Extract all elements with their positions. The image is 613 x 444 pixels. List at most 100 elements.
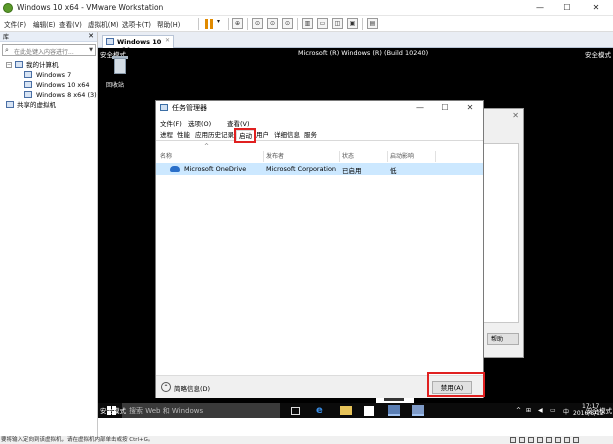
notifications-icon[interactable]: ▭ [550, 407, 556, 414]
tab-processes[interactable]: 进程 [158, 130, 175, 141]
menu-tabs[interactable]: 选项卡(T) [122, 19, 151, 29]
row-name: Microsoft OneDrive [184, 165, 247, 173]
usb-icon[interactable] [537, 437, 543, 443]
search-placeholder: 搜索 Web 和 Windows [129, 407, 204, 415]
library-header: 库 ✕ [0, 32, 97, 42]
search-placeholder: 在此处键入内容进行... [14, 49, 74, 56]
disable-button-highlight [427, 372, 485, 397]
collapse-icon[interactable]: − [6, 62, 12, 68]
maximize-button[interactable]: ☐ [555, 1, 579, 14]
search-icon: ⌕ [5, 46, 9, 54]
volume-icon[interactable]: ◀ [538, 407, 543, 414]
fewer-details-link[interactable]: 简略信息(D) [174, 383, 210, 393]
column-status[interactable]: 状态 [342, 151, 354, 160]
tab-close-icon[interactable]: ✕ [165, 37, 170, 44]
library-title: 库 [3, 34, 10, 41]
column-publisher[interactable]: 发布者 [266, 151, 284, 160]
maximize-button[interactable]: ☐ [434, 102, 456, 113]
unity-icon[interactable]: ▣ [347, 18, 358, 29]
console-view-icon[interactable]: ▤ [367, 18, 378, 29]
minimize-button[interactable]: — [409, 102, 431, 113]
fullscreen-icon[interactable]: ◫ [332, 18, 343, 29]
status-message: 要将输入定向到该虚拟机，请在虚拟机内部单击或按 Ctrl+G。 [1, 437, 154, 443]
close-button[interactable]: ✕ [459, 102, 481, 113]
tm-menu-options[interactable]: 选项(O) [188, 118, 211, 128]
status-bar: 要将输入定向到该虚拟机，请在虚拟机内部单击或按 Ctrl+G。 [0, 436, 613, 444]
display-icon[interactable] [564, 437, 570, 443]
network-adapter-icon[interactable] [528, 437, 534, 443]
close-icon[interactable]: ✕ [512, 111, 519, 120]
sound-card-icon[interactable] [546, 437, 552, 443]
library-close-icon[interactable]: ✕ [88, 32, 94, 40]
column-separator[interactable] [263, 151, 264, 162]
taskbar-search-input[interactable]: 搜索 Web 和 Windows [122, 403, 280, 418]
send-ctrl-alt-del-icon[interactable]: ⊕ [232, 18, 243, 29]
hard-disk-icon[interactable] [510, 437, 516, 443]
chevron-down-icon[interactable]: ▼ [89, 47, 93, 53]
menu-view[interactable]: 查看(V) [59, 19, 82, 29]
tab-app-history[interactable]: 应用历史记录 [193, 130, 236, 141]
chevron-up-icon[interactable]: ⌃ [161, 382, 171, 392]
help-button[interactable]: 帮助 [487, 333, 519, 345]
tree-item-shared-vms[interactable]: 共享的虚拟机 [0, 100, 98, 110]
snapshot-icon[interactable]: ⊙ [252, 18, 263, 29]
column-separator[interactable] [339, 151, 340, 162]
tree-item-vm[interactable]: Windows 8 x64 (3) [0, 90, 98, 100]
pause-icon[interactable] [205, 19, 214, 29]
device-icons [510, 437, 610, 443]
column-separator[interactable] [387, 151, 388, 162]
tree-item-my-computer[interactable]: − 我的计算机 [0, 60, 98, 70]
show-library-icon[interactable]: ▥ [302, 18, 313, 29]
vm-icon [106, 38, 114, 45]
table-row[interactable]: Microsoft OneDrive Microsoft Corporation… [156, 163, 483, 175]
tab-windows-10-x64[interactable]: Windows 10 x64 ✕ [102, 35, 174, 54]
toolbar-separator [297, 18, 298, 30]
tree-label: 共享的虚拟机 [17, 101, 56, 109]
toolbar-separator [198, 18, 199, 30]
app-taskbar-icon[interactable] [412, 405, 424, 416]
recycle-bin-icon[interactable] [110, 56, 130, 76]
menu-file[interactable]: 文件(F) [4, 19, 26, 29]
tab-performance[interactable]: 性能 [175, 130, 192, 141]
tab-details[interactable]: 详细信息 [272, 130, 302, 141]
network-icon[interactable]: ⊞ [526, 407, 531, 414]
ime-indicator[interactable]: 中 [563, 407, 569, 416]
vm-icon [24, 71, 32, 78]
minimize-button[interactable]: — [528, 1, 552, 14]
toolbar-separator [228, 18, 229, 30]
vmware-app-icon [3, 3, 13, 13]
column-name[interactable]: 名称 [160, 151, 172, 160]
menu-help[interactable]: 帮助(H) [157, 19, 180, 29]
task-manager-window: 任务管理器 — ☐ ✕ 文件(F) 选项(O) 查看(V) 进程 性能 应用历史… [155, 100, 484, 398]
tab-services[interactable]: 服务 [302, 130, 319, 141]
tab-users[interactable]: 用户 [254, 130, 271, 141]
safe-mode-label: 安全模式 [100, 407, 126, 415]
sort-up-icon: ^ [204, 143, 210, 150]
column-separator[interactable] [435, 151, 436, 162]
cd-drive-icon[interactable] [519, 437, 525, 443]
thumbnail-bar-icon[interactable]: ▭ [317, 18, 328, 29]
tree-item-vm[interactable]: Windows 7 [0, 70, 98, 80]
store-icon[interactable] [364, 406, 374, 416]
pause-dropdown-icon[interactable]: ▾ [217, 18, 220, 25]
vm-console[interactable]: 安全模式 Microsoft (R) Windows (R) (Build 10… [98, 48, 613, 418]
snapshot-manager-icon[interactable]: ⊙ [282, 18, 293, 29]
file-explorer-icon[interactable] [340, 406, 352, 415]
message-icon[interactable] [573, 437, 579, 443]
library-search-input[interactable]: ⌕ 在此处键入内容进行... ▼ [2, 44, 96, 56]
revert-snapshot-icon[interactable]: ⊙ [267, 18, 278, 29]
row-impact: 低 [390, 167, 397, 175]
column-impact[interactable]: 启动影响 [390, 151, 414, 160]
tm-menu-view[interactable]: 查看(V) [227, 118, 250, 128]
shared-vms-icon [6, 101, 14, 108]
tree-item-vm[interactable]: Windows 10 x64 [0, 80, 98, 90]
edge-browser-icon[interactable]: e [316, 405, 328, 416]
printer-icon[interactable] [555, 437, 561, 443]
chevron-up-icon[interactable]: ^ [516, 407, 521, 414]
task-view-icon[interactable] [291, 407, 300, 415]
menu-edit[interactable]: 编辑(E) [33, 19, 56, 29]
menu-vm[interactable]: 虚拟机(M) [88, 19, 119, 29]
close-button[interactable]: ✕ [584, 1, 608, 14]
task-manager-taskbar-icon[interactable] [388, 405, 400, 416]
tm-menu-file[interactable]: 文件(F) [160, 118, 182, 128]
